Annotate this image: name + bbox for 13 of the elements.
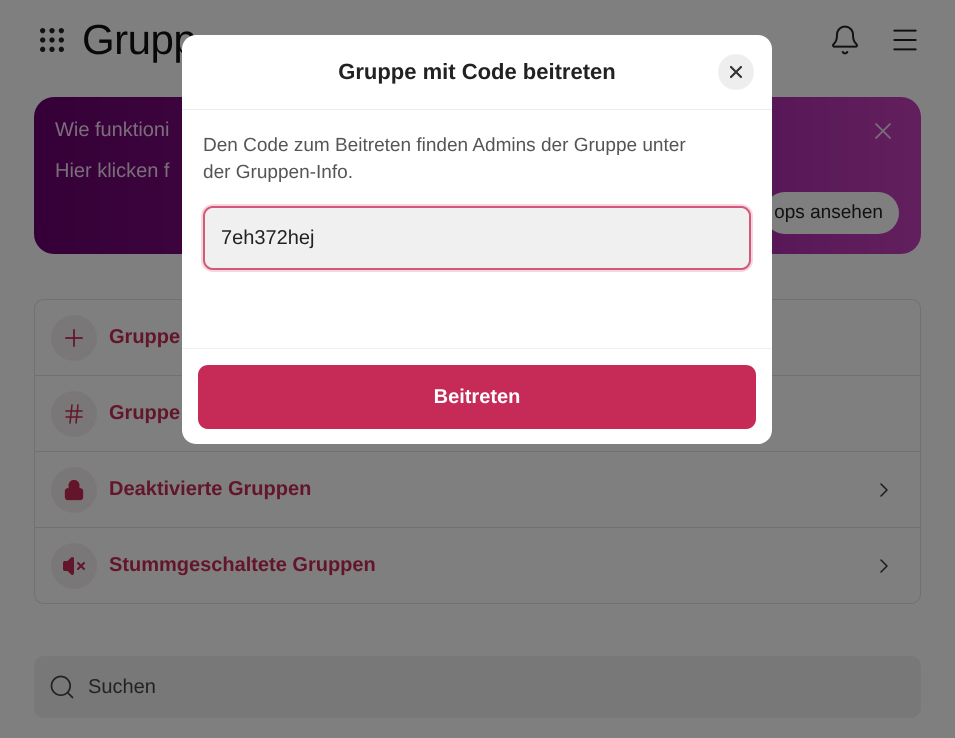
notification-bell-icon[interactable] (829, 24, 861, 56)
banner-text: Hier klicken f (55, 160, 170, 183)
lock-icon (63, 478, 85, 500)
search-field[interactable]: Suchen (34, 656, 921, 718)
code-input-field[interactable]: 7eh372hej (203, 206, 751, 270)
search-icon (48, 673, 76, 701)
join-button[interactable]: Beitreten (198, 365, 756, 429)
dialog-description: Den Code zum Beitreten finden Admins der Gruppe unter der Gruppen-Info. (203, 134, 687, 185)
banner-title: Wie funktioni (55, 119, 170, 142)
dialog-title: Gruppe mit Code beitreten (338, 59, 616, 85)
menu-item[interactable]: Stummgeschaltete Gruppen (109, 554, 860, 577)
menu-item[interactable]: Deaktivierte Gruppen (109, 478, 860, 501)
close-button[interactable] (718, 54, 754, 90)
